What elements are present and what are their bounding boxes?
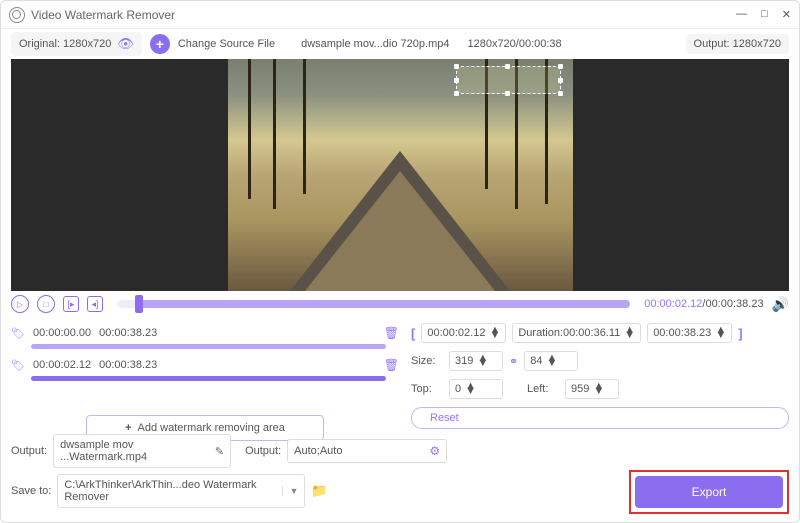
range-end-input[interactable]: 00:00:38.23▲▼: [647, 323, 732, 343]
change-source-label[interactable]: Change Source File: [178, 38, 275, 50]
timeline-slider[interactable]: [117, 300, 630, 308]
mark-in-button[interactable]: [▸: [63, 296, 79, 312]
height-input[interactable]: 84▲▼: [524, 351, 578, 371]
save-path-input[interactable]: C:\ArkThinker\ArkThin...deo Watermark Re…: [57, 474, 305, 508]
video-frame: [228, 59, 573, 291]
playhead[interactable]: [135, 295, 143, 313]
titlebar: Video Watermark Remover ― □ ✕: [1, 1, 799, 29]
segment-row[interactable]: 🏷 00:00:00.00 00:00:38.23 🗑: [11, 323, 399, 343]
playback-controls: ▷ □ [▸ ◂] 00:00:02.12/00:00:38.23 🔊: [1, 291, 799, 317]
export-highlight: Export: [629, 470, 789, 514]
app-logo-icon: [9, 7, 25, 23]
minimize-button[interactable]: ―: [736, 8, 747, 21]
seg-start: 00:00:02.12: [33, 359, 91, 371]
link-size-icon[interactable]: ⚭: [509, 355, 518, 368]
reset-button[interactable]: Reset: [411, 407, 789, 429]
segment-row[interactable]: 🏷 00:00:02.12 00:00:38.23 🗑: [11, 355, 399, 375]
segment-bar[interactable]: [31, 344, 386, 349]
maximize-button[interactable]: □: [761, 8, 768, 21]
bracket-left-icon[interactable]: [: [411, 326, 415, 341]
output-res-label: Output: 1280x720: [694, 38, 781, 50]
add-source-button[interactable]: +: [150, 34, 170, 54]
top-label: Top:: [411, 383, 443, 395]
tag-icon: 🏷: [11, 358, 25, 372]
original-label: Original: 1280x720: [19, 38, 111, 50]
properties-panel: [ 00:00:02.12▲▼ Duration:00:00:36.11▲▼ 0…: [411, 323, 789, 441]
output-format-input[interactable]: Auto;Auto⚙: [287, 439, 447, 463]
resolution-info: 1280x720/00:00:38: [467, 38, 561, 50]
video-preview[interactable]: [11, 59, 789, 291]
delete-segment-icon[interactable]: 🗑: [384, 358, 399, 372]
segment-bar[interactable]: [31, 376, 386, 381]
output-info: Output: 1280x720: [686, 34, 789, 54]
export-button[interactable]: Export: [635, 476, 783, 508]
range-start-input[interactable]: 00:00:02.12▲▼: [421, 323, 506, 343]
bottom-bar: Output: dwsample mov ...Watermark.mp4✎ O…: [11, 434, 789, 514]
original-info: Original: 1280x720 👁: [11, 32, 142, 56]
output-file-label: Output:: [11, 445, 47, 457]
left-label: Left:: [527, 383, 559, 395]
app-title: Video Watermark Remover: [31, 8, 175, 22]
timecode: 00:00:02.12/00:00:38.23: [644, 298, 763, 310]
edit-icon[interactable]: ✎: [215, 445, 224, 458]
range-duration-input[interactable]: Duration:00:00:36.11▲▼: [512, 323, 641, 343]
tag-icon: 🏷: [11, 326, 25, 340]
mark-out-button[interactable]: ◂]: [87, 296, 103, 312]
toolbar: Original: 1280x720 👁 + Change Source Fil…: [1, 29, 799, 59]
seg-end: 00:00:38.23: [99, 327, 157, 339]
left-input[interactable]: 959▲▼: [565, 379, 619, 399]
addwm-label: Add watermark removing area: [138, 422, 285, 434]
preview-eye-icon[interactable]: 👁: [117, 36, 134, 52]
save-to-label: Save to:: [11, 485, 51, 497]
segments-panel: 🏷 00:00:00.00 00:00:38.23 🗑 🏷 00:00:02.1…: [11, 323, 399, 441]
seg-start: 00:00:00.00: [33, 327, 91, 339]
watermark-selection-box[interactable]: [456, 66, 561, 94]
size-label: Size:: [411, 355, 443, 367]
top-input[interactable]: 0▲▼: [449, 379, 503, 399]
bracket-right-icon[interactable]: ]: [738, 326, 742, 341]
output-filename-input[interactable]: dwsample mov ...Watermark.mp4✎: [53, 434, 231, 468]
filename-label: dwsample mov...dio 720p.mp4: [301, 38, 449, 50]
play-button[interactable]: ▷: [11, 295, 29, 313]
stop-button[interactable]: □: [37, 295, 55, 313]
close-button[interactable]: ✕: [782, 8, 791, 21]
output-format-label: Output:: [245, 445, 281, 457]
delete-segment-icon[interactable]: 🗑: [384, 326, 399, 340]
seg-end: 00:00:38.23: [99, 359, 157, 371]
volume-icon[interactable]: 🔊: [772, 296, 789, 313]
gear-icon[interactable]: ⚙: [429, 444, 440, 458]
chevron-down-icon[interactable]: ▼: [282, 486, 298, 496]
width-input[interactable]: 319▲▼: [449, 351, 503, 371]
open-folder-icon[interactable]: 📁: [311, 483, 327, 499]
